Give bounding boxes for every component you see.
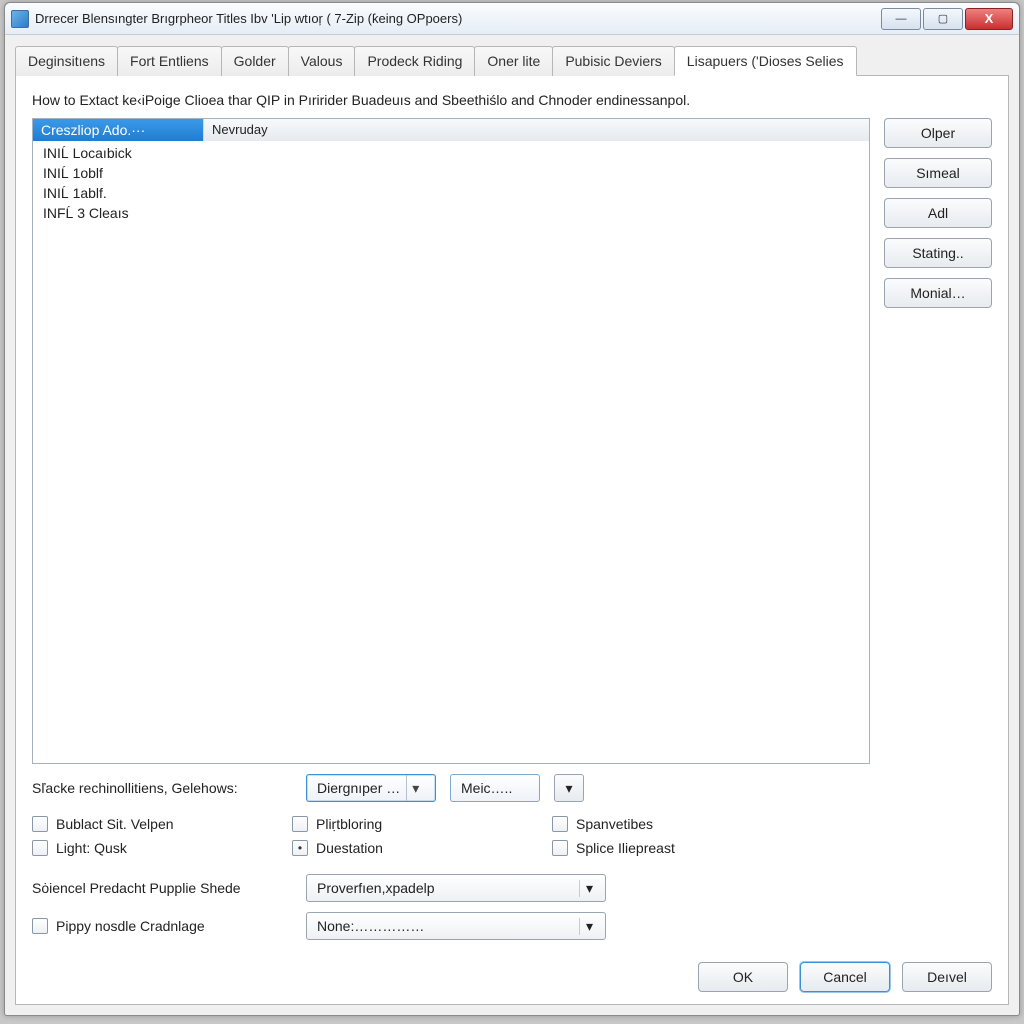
tab-1[interactable]: Fort Entliens — [117, 46, 222, 76]
simeal-button[interactable]: Sımeal — [884, 158, 992, 188]
middle-area: Creszliop Ado.··· Nevruday INIĹ Locaıbic… — [32, 118, 992, 764]
list-header[interactable]: Creszliop Ado.··· Nevruday — [33, 119, 869, 141]
checkbox-icon — [32, 816, 48, 832]
combo-value: None:…………… — [317, 918, 424, 934]
check-plirtbloring[interactable]: Pliṛtbloring — [292, 816, 552, 832]
minimize-button[interactable]: — — [881, 8, 921, 30]
check-splice[interactable]: Splice Iliepreast — [552, 840, 812, 856]
combo-value: Proverfıen,xpadelp — [317, 880, 435, 896]
check-label: Pliṛtbloring — [316, 816, 382, 832]
check-label: Pippy nosdle Cradnlage — [56, 918, 205, 934]
list-item[interactable]: INIĹ 1ablf. — [33, 183, 869, 203]
description-text: How to Extact ke‹iPoige Clioea thar QIP … — [32, 92, 992, 108]
olper-button[interactable]: Olper — [884, 118, 992, 148]
check-label: Bublact Sit. Velpen — [56, 816, 174, 832]
dervel-button[interactable]: Deıvel — [902, 962, 992, 992]
checkbox-icon — [32, 918, 48, 934]
tab-3[interactable]: Valous — [288, 46, 356, 76]
chevron-down-icon: ▾ — [579, 880, 599, 897]
ok-button[interactable]: OK — [698, 962, 788, 992]
check-light-qusk[interactable]: Light: Qusk — [32, 840, 292, 856]
titlebar[interactable]: Drrecer Blensıngter Brıgrpheor Titles Ib… — [5, 3, 1019, 35]
list-item[interactable]: INIĹ 1oblf — [33, 163, 869, 183]
tab-2[interactable]: Golder — [221, 46, 289, 76]
pippy-row: Pippy nosdle Cradnlage None:…………… ▾ — [32, 912, 992, 940]
dialog-footer: OK Cancel Deıvel — [32, 950, 992, 992]
list-box[interactable]: Creszliop Ado.··· Nevruday INIĹ Locaıbic… — [32, 118, 870, 764]
meic-label: Meic….. — [461, 780, 512, 796]
chevron-down-icon: ▾ — [579, 918, 599, 935]
cancel-button[interactable]: Cancel — [800, 962, 890, 992]
dropdown-extra-button[interactable]: ▾ — [554, 774, 584, 802]
close-button[interactable]: X — [965, 8, 1013, 30]
client-area: Deginsitıens Fort Entliens Golder Valous… — [5, 35, 1019, 1015]
app-icon — [11, 10, 29, 28]
check-pippy[interactable]: Pippy nosdle Cradnlage — [32, 918, 292, 934]
window-title: Drrecer Blensıngter Brıgrpheor Titles Ib… — [35, 11, 875, 26]
combo-row-label: Sľacke rechinollitiens, Gelehows: — [32, 780, 292, 796]
tab-4[interactable]: Prodeck Riding — [354, 46, 475, 76]
list-header-col1[interactable]: Creszliop Ado.··· — [33, 119, 203, 141]
list-item[interactable]: INIĹ Locaıbick — [33, 143, 869, 163]
chevron-down-icon: ▾ — [565, 780, 572, 797]
monial-button[interactable]: Monial… — [884, 278, 992, 308]
side-buttons: Olper Sımeal Adl Stating.. Monial… — [884, 118, 992, 764]
tab-6[interactable]: Pubisic Deviers — [552, 46, 674, 76]
check-label: Duestation — [316, 840, 383, 856]
check-duestation[interactable]: Duestation — [292, 840, 552, 856]
window-controls: — ▢ X — [881, 8, 1013, 30]
checkbox-icon — [552, 840, 568, 856]
tab-5[interactable]: Oner lite — [474, 46, 553, 76]
science-label: Sȯiencel Predacht Pupplie Shede — [32, 880, 292, 896]
list-item[interactable]: INFĹ 3 Cleaıs — [33, 203, 869, 223]
list-header-col2[interactable]: Nevruday — [203, 119, 869, 141]
science-combo[interactable]: Proverfıen,xpadelp ▾ — [306, 874, 606, 902]
check-bublact[interactable]: Bublact Sit. Velpen — [32, 816, 292, 832]
checkbox-icon — [292, 816, 308, 832]
diergniper-combo[interactable]: Diergnıper … ▾ — [306, 774, 436, 802]
combo-value: Diergnıper … — [317, 780, 400, 796]
pippy-combo[interactable]: None:…………… ▾ — [306, 912, 606, 940]
check-spanvetibes[interactable]: Spanvetibes — [552, 816, 812, 832]
checkbox-grid: Bublact Sit. Velpen Pliṛtbloring Spanvet… — [32, 812, 992, 856]
stating-button[interactable]: Stating.. — [884, 238, 992, 268]
combo-row: Sľacke rechinollitiens, Gelehows: Diergn… — [32, 774, 992, 802]
checkbox-icon — [32, 840, 48, 856]
list-body: INIĹ Locaıbick INIĹ 1oblf INIĹ 1ablf. IN… — [33, 141, 869, 763]
maximize-button[interactable]: ▢ — [923, 8, 963, 30]
tab-panel: How to Extact ke‹iPoige Clioea thar QIP … — [15, 76, 1009, 1005]
check-label: Splice Iliepreast — [576, 840, 675, 856]
checkbox-icon — [292, 840, 308, 856]
tab-0[interactable]: Deginsitıens — [15, 46, 118, 76]
tabstrip: Deginsitıens Fort Entliens Golder Valous… — [15, 45, 1009, 76]
chevron-down-icon: ▾ — [406, 775, 424, 801]
tab-7[interactable]: Lisapuers ('Dioses Selies — [674, 46, 857, 76]
check-label: Spanvetibes — [576, 816, 653, 832]
checkbox-icon — [552, 816, 568, 832]
dialog-window: Drrecer Blensıngter Brıgrpheor Titles Ib… — [4, 2, 1020, 1016]
science-row: Sȯiencel Predacht Pupplie Shede Proverfı… — [32, 874, 992, 902]
adl-button[interactable]: Adl — [884, 198, 992, 228]
check-label: Light: Qusk — [56, 840, 127, 856]
meic-button[interactable]: Meic….. — [450, 774, 540, 802]
